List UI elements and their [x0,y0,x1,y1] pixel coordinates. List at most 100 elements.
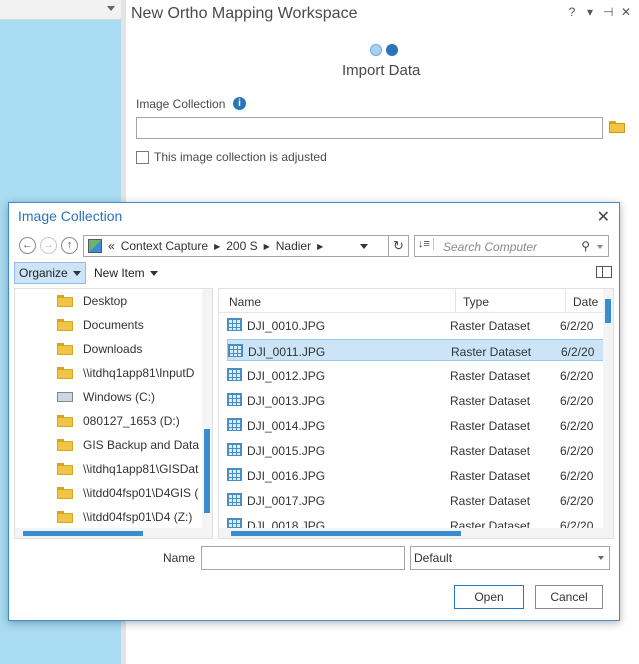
up-arrow-icon[interactable]: ↑ [61,237,78,254]
column-header-date[interactable]: Date [573,295,598,309]
file-name: DJI_0011.JPG [248,345,326,359]
step-1-dot[interactable] [370,44,382,56]
raster-file-icon [227,393,242,406]
raster-file-icon [227,368,242,381]
sort-icon[interactable]: ↓≡ [418,238,434,250]
folder-icon [57,367,73,379]
options-dropdown-icon[interactable]: ▾ [585,5,595,19]
file-name: DJI_0014.JPG [247,419,326,433]
folder-icon [57,463,73,475]
folder-icon [57,439,73,451]
file-filter-select[interactable]: Default [410,546,610,570]
image-collection-label: Image Collection [136,97,226,111]
pane-controls: ? ▾ ⊣ ✕ [567,5,631,19]
pin-icon[interactable]: ⊣ [603,5,613,19]
scrollbar-thumb[interactable] [231,531,461,536]
column-header-name[interactable]: Name [229,295,261,309]
forward-arrow-icon[interactable]: → [40,237,57,254]
name-input[interactable] [201,546,405,570]
nav-item-gisdat-share[interactable]: \\itdhq1app81\GISDat [57,459,198,479]
scrollbar-thumb[interactable] [23,531,143,536]
chevron-down-icon[interactable] [107,6,115,11]
breadcrumb-separator-icon[interactable]: ▶ [264,242,270,251]
raster-file-icon [227,493,242,506]
nav-item-documents[interactable]: Documents [57,315,144,335]
close-icon[interactable]: ✕ [621,5,631,19]
nav-item-label: 080127_1653 (D:) [83,414,180,428]
file-row[interactable]: DJI_0017.JPG Raster Dataset 6/2/20 [227,489,607,511]
file-date: 6/2/20 [560,419,594,433]
nav-item-d-drive[interactable]: 080127_1653 (D:) [57,411,180,431]
file-list-horizontal-scrollbar[interactable] [219,528,613,538]
file-list-vertical-scrollbar[interactable] [603,289,613,529]
nav-item-d4gis-share[interactable]: \\itdd04fsp01\D4GIS ( [57,483,198,503]
search-icon[interactable]: ⚲ [581,239,590,253]
file-row[interactable]: DJI_0015.JPG Raster Dataset 6/2/20 [227,439,607,461]
adjusted-checkbox-row[interactable]: This image collection is adjusted [136,150,327,164]
step-2-dot[interactable] [386,44,398,56]
file-filter-value: Default [414,551,453,565]
back-arrow-icon[interactable]: ← [19,237,36,254]
raster-file-icon [228,344,243,357]
image-collection-input[interactable] [136,117,603,139]
address-history-dropdown-icon[interactable] [360,244,368,249]
nav-item-windows-c[interactable]: Windows (C:) [57,387,155,407]
dialog-title: Image Collection [18,208,123,224]
file-date: 6/2/20 [560,444,594,458]
file-row[interactable]: DJI_0013.JPG Raster Dataset 6/2/20 [227,389,607,411]
breadcrumb-separator-icon[interactable]: ▶ [317,242,323,251]
breadcrumb-context-capture[interactable]: Context Capture [121,239,208,253]
file-row[interactable]: DJI_0012.JPG Raster Dataset 6/2/20 [227,364,607,386]
scrollbar-thumb[interactable] [204,429,210,513]
nav-item-label: \\itdhq1app81\InputD [83,366,195,380]
view-options-icon[interactable] [596,266,612,278]
tree-vertical-scrollbar[interactable] [202,289,212,529]
file-row[interactable]: DJI_0014.JPG Raster Dataset 6/2/20 [227,414,607,436]
raster-file-icon [227,443,242,456]
folder-icon [57,295,73,307]
organize-button[interactable]: Organize [14,262,86,284]
address-bar[interactable]: « Context Capture ▶ 200 S ▶ Nadier ▶ [83,235,389,257]
new-item-button[interactable]: New Item [94,262,158,284]
nav-item-label: Desktop [83,294,128,308]
file-list: Name Type Date DJI_0010.JPG Raster Datas… [218,288,614,539]
navigation-tree: Desktop Documents Downloads \\itdhq1app8… [14,288,213,539]
file-name: DJI_0017.JPG [247,494,326,508]
breadcrumb-200s[interactable]: 200 S [226,239,257,253]
help-icon[interactable]: ? [567,5,577,19]
folder-icon [57,415,73,427]
address-overflow[interactable]: « [108,239,115,253]
file-row[interactable]: DJI_0016.JPG Raster Dataset 6/2/20 [227,464,607,486]
chevron-down-icon [149,271,158,277]
nav-item-gis-backup[interactable]: GIS Backup and Data S [57,435,210,455]
tree-horizontal-scrollbar[interactable] [15,528,212,538]
close-icon[interactable]: ✕ [597,207,610,227]
nav-item-inputd-share[interactable]: \\itdhq1app81\InputD [57,363,194,383]
file-row-selected[interactable]: DJI_0011.JPG Raster Dataset 6/2/20 [227,339,607,361]
scrollbar-thumb[interactable] [605,299,611,323]
breadcrumb-nadier[interactable]: Nadier [276,239,311,253]
nav-item-desktop[interactable]: Desktop [57,291,127,311]
breadcrumb-separator-icon[interactable]: ▶ [214,242,220,251]
file-date: 6/2/20 [560,369,594,383]
search-input[interactable]: Search Computer [443,240,537,254]
chevron-down-icon [72,271,81,277]
file-date: 6/2/20 [560,469,594,483]
file-date: 6/2/20 [560,319,594,333]
search-dropdown-icon[interactable] [597,245,603,249]
file-row[interactable]: DJI_0010.JPG Raster Dataset 6/2/20 [227,314,607,336]
column-header-type[interactable]: Type [463,295,489,309]
info-icon[interactable]: i [233,97,246,110]
search-box[interactable]: ↓≡ Search Computer ⚲ [414,235,609,257]
open-button[interactable]: Open [454,585,524,609]
folder-icon [57,343,73,355]
location-icon [88,239,102,253]
cancel-button[interactable]: Cancel [535,585,603,609]
nav-item-downloads[interactable]: Downloads [57,339,142,359]
adjusted-checkbox[interactable] [136,150,149,164]
nav-item-z-drive[interactable]: \\itdd04fsp01\D4 (Z:) [57,507,192,527]
refresh-icon[interactable]: ↻ [389,235,409,257]
browse-folder-icon[interactable] [609,121,625,133]
organize-label: Organize [19,266,68,280]
file-type: Raster Dataset [451,345,532,359]
